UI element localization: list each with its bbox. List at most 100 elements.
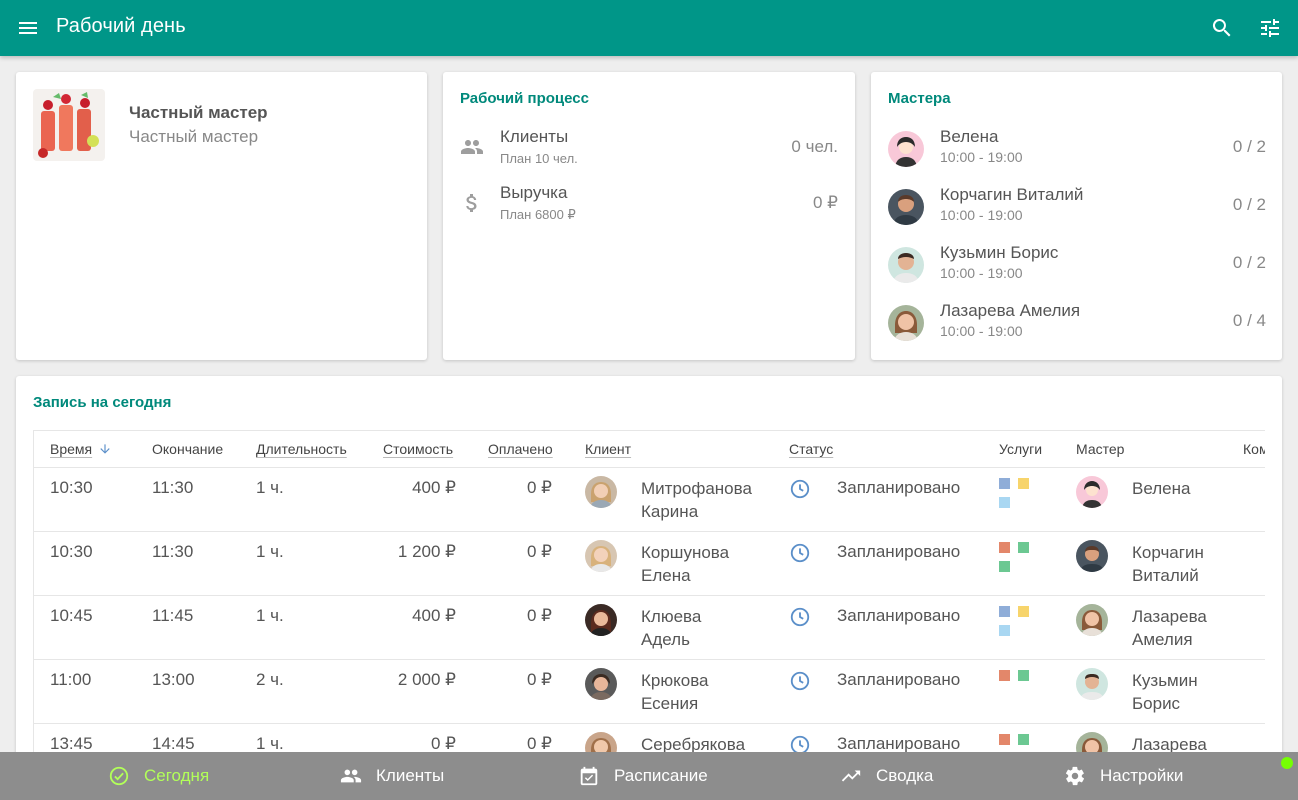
service-swatch: [999, 478, 1010, 489]
table-row[interactable]: 10:30 11:30 1 ч. 400 ₽ 0 ₽ Митрофанова Ка…: [34, 468, 1265, 532]
cell-client: Клюева Адель: [641, 607, 702, 649]
cell-master: Велена: [1132, 479, 1191, 498]
calendar-icon: [580, 766, 598, 786]
master-name: Корчагин Виталий: [940, 185, 1084, 204]
column-master[interactable]: Мастер: [1076, 441, 1124, 457]
table-row[interactable]: 10:30 11:30 1 ч. 1 200 ₽ 0 ₽ Коршунова Ел…: [34, 532, 1265, 596]
column-cost[interactable]: Стоимость: [383, 441, 453, 457]
cell-end: 13:00: [152, 670, 195, 689]
cell-end: 11:30: [152, 478, 194, 497]
cell-master: Корчагин Виталий: [1132, 543, 1204, 585]
service-swatch: [1018, 734, 1029, 745]
process-row-revenue[interactable]: Выручка План 6800 ₽ 0 ₽: [460, 183, 838, 227]
table-row[interactable]: 10:45 11:45 1 ч. 400 ₽ 0 ₽ Клюева Адель З…: [34, 596, 1265, 660]
service-swatch: [999, 542, 1010, 553]
column-paid[interactable]: Оплачено: [488, 441, 553, 457]
cell-end: 11:30: [152, 542, 194, 561]
master-load: 0 / 4: [1232, 311, 1266, 330]
profile-role: Частный мастер: [129, 127, 259, 146]
masters-title: Мастера: [888, 90, 951, 107]
appointments-title: Запись на сегодня: [33, 394, 172, 411]
avatar: [1076, 476, 1108, 508]
service-swatch: [999, 670, 1010, 681]
master-name: Лазарева Амелия: [940, 301, 1081, 320]
people-icon: [461, 140, 483, 154]
cell-duration: 2 ч.: [256, 670, 284, 689]
avatar: [585, 668, 617, 700]
search-icon[interactable]: [1210, 16, 1234, 40]
process-value: 0 чел.: [791, 137, 838, 156]
master-item[interactable]: Корчагин Виталий 10:00 - 19:00 0 / 2: [888, 185, 1266, 233]
profile-card: Частный мастер Частный мастер: [16, 72, 427, 360]
cell-time: 10:30: [50, 542, 93, 561]
cell-paid: 0 ₽: [527, 734, 552, 753]
tune-icon[interactable]: [1258, 16, 1282, 40]
nav-today[interactable]: Сегодня: [108, 752, 209, 800]
arrow-down-icon: [100, 444, 110, 454]
profile-name: Частный мастер: [129, 103, 268, 122]
menu-icon[interactable]: [16, 16, 40, 40]
master-item[interactable]: Лазарева Амелия 10:00 - 19:00 0 / 4: [888, 301, 1266, 349]
cell-status: Запланировано: [837, 734, 961, 753]
service-swatch: [999, 497, 1010, 508]
master-name: Велена: [940, 127, 999, 146]
avatar: [585, 540, 617, 572]
cell-cost: 400 ₽: [412, 478, 456, 497]
master-name: Кузьмин Борис: [940, 243, 1059, 262]
avatar: [888, 131, 924, 167]
clock-icon: [790, 543, 810, 563]
service-swatch: [1018, 478, 1029, 489]
cell-paid: 0 ₽: [527, 670, 552, 689]
service-swatch: [1018, 542, 1029, 553]
cell-client: Митрофанова Карина: [641, 479, 752, 521]
cell-status: Запланировано: [837, 670, 961, 689]
nav-summary[interactable]: Сводка: [840, 752, 933, 800]
master-load: 0 / 2: [1232, 137, 1266, 156]
cell-master: Кузьмин Борис: [1132, 671, 1198, 713]
service-swatch: [999, 606, 1010, 617]
clock-icon: [790, 671, 810, 691]
avatar: [888, 305, 924, 341]
column-services[interactable]: Услуги: [999, 441, 1042, 457]
column-time[interactable]: Время: [50, 441, 112, 457]
column-client[interactable]: Клиент: [585, 441, 631, 457]
cell-duration: 1 ч.: [256, 478, 284, 497]
cell-paid: 0 ₽: [527, 542, 552, 561]
dollar-icon: [466, 194, 477, 212]
master-load: 0 / 2: [1232, 195, 1266, 214]
process-plan: План 6800 ₽: [500, 207, 576, 222]
appointments-table: Время Окончание Длительность Стоимость О…: [33, 430, 1265, 776]
column-end[interactable]: Окончание: [152, 441, 223, 457]
app-bar: Рабочий день: [0, 0, 1298, 56]
bottom-navigation: Сегодня Клиенты Расписание Сводка Настро…: [0, 752, 1298, 800]
master-hours: 10:00 - 19:00: [940, 149, 1023, 165]
service-swatch: [999, 734, 1010, 745]
service-swatch: [1018, 670, 1029, 681]
gear-icon: [1065, 766, 1085, 786]
master-item[interactable]: Велена 10:00 - 19:00 0 / 2: [888, 127, 1266, 175]
master-item[interactable]: Кузьмин Борис 10:00 - 19:00 0 / 2: [888, 243, 1266, 291]
avatar: [585, 476, 617, 508]
cell-cost: 400 ₽: [412, 606, 456, 625]
process-label: Клиенты: [500, 127, 569, 146]
work-process-card: Рабочий процесс Клиенты План 10 чел. 0 ч…: [443, 72, 855, 360]
cell-time: 10:45: [50, 606, 93, 625]
master-hours: 10:00 - 19:00: [940, 265, 1023, 281]
column-comment[interactable]: Ком: [1243, 441, 1265, 457]
profile-photo: [33, 89, 105, 161]
nav-settings[interactable]: Настройки: [1064, 752, 1183, 800]
people-icon: [340, 769, 362, 783]
process-row-clients[interactable]: Клиенты План 10 чел. 0 чел.: [460, 127, 838, 171]
master-load: 0 / 2: [1232, 253, 1266, 272]
check-circle-icon: [109, 766, 129, 786]
column-duration[interactable]: Длительность: [256, 441, 347, 457]
nav-clients[interactable]: Клиенты: [340, 752, 444, 800]
online-status-dot: [1281, 757, 1293, 769]
masters-card: Мастера Велена 10:00 - 19:00 0 / 2 Корча…: [871, 72, 1282, 360]
appointments-card: Запись на сегодня Время Окончание Длител…: [16, 376, 1282, 776]
cell-master: Лазарева Амелия: [1132, 607, 1207, 649]
process-plan: План 10 чел.: [500, 151, 578, 166]
nav-schedule[interactable]: Расписание: [578, 752, 708, 800]
column-status[interactable]: Статус: [789, 441, 833, 457]
table-row[interactable]: 11:00 13:00 2 ч. 2 000 ₽ 0 ₽ Крюкова Есен…: [34, 660, 1265, 724]
